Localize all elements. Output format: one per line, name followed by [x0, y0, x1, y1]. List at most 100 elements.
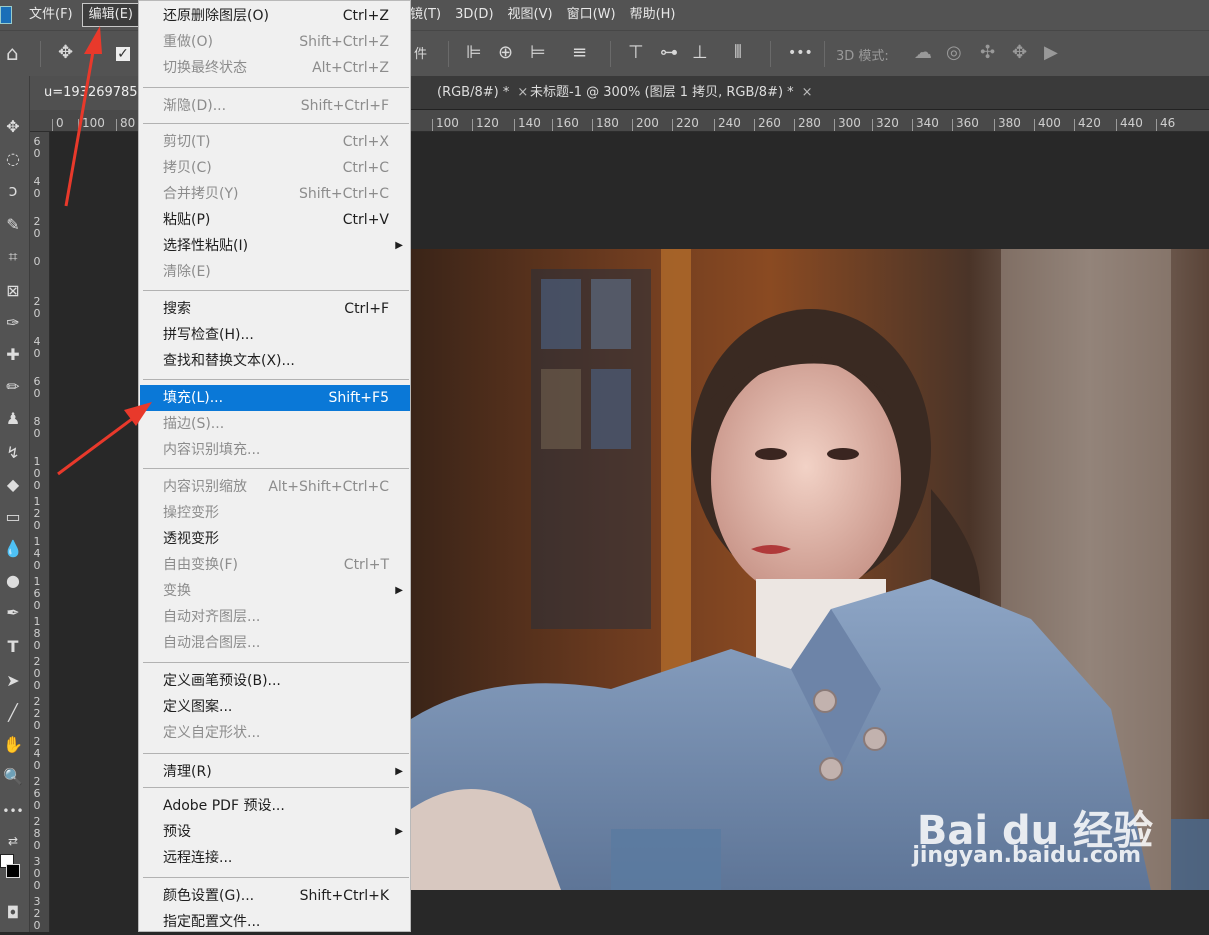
ruler-tick-label: 280: [798, 116, 821, 130]
menu-item-label: 定义图案...: [163, 699, 233, 715]
ruler-tick: [714, 119, 715, 131]
menu-item: 切换最终状态 Alt+Ctrl+Z: [140, 55, 410, 81]
menu-item: 渐隐(D)... Shift+Ctrl+F: [140, 93, 410, 119]
align-top-icon[interactable]: ⊤: [628, 43, 644, 63]
distribute-icon[interactable]: ≡: [572, 43, 587, 63]
gradient-icon[interactable]: ▭: [2, 506, 24, 528]
menu-item[interactable]: 拼写检查(H)...: [140, 322, 410, 348]
menu-item[interactable]: 颜色设置(G)... Shift+Ctrl+K: [140, 883, 410, 909]
distribute-vertical-icon[interactable]: ⦀: [734, 43, 742, 63]
ruler-tick: [116, 119, 117, 131]
3d-slide-icon[interactable]: ✥: [1012, 43, 1027, 63]
menu-item-label: 自动混合图层...: [163, 635, 261, 651]
menu-item[interactable]: 填充(L)... Shift+F5: [140, 385, 410, 411]
menu-item[interactable]: 透视变形: [140, 526, 410, 552]
eyedropper-icon[interactable]: ✑: [2, 312, 24, 334]
menu-item[interactable]: 粘贴(P) Ctrl+V: [140, 207, 410, 233]
auto-select-checkbox[interactable]: ✓: [116, 47, 130, 61]
blur-tool-icon[interactable]: 💧: [2, 538, 24, 560]
submenu-arrow-icon: ▶: [395, 766, 403, 777]
type-tool-icon[interactable]: T: [2, 636, 24, 658]
menu-item[interactable]: Adobe PDF 预设...: [140, 793, 410, 819]
dodge-tool-icon[interactable]: ●: [2, 570, 24, 592]
lasso-tool-icon[interactable]: ↄ: [2, 180, 24, 202]
ruler-tick: [52, 119, 53, 131]
3d-camera-icon[interactable]: ▶: [1044, 43, 1058, 63]
move-tool-icon[interactable]: ✥: [2, 116, 24, 138]
menu-item-shortcut: Ctrl+C: [342, 160, 389, 176]
menu-item: 自动混合图层...: [140, 630, 410, 656]
baidu-watermark-url: jingyan.baidu.com: [912, 843, 1141, 868]
align-middle-icon[interactable]: ⊶: [660, 43, 678, 63]
menu-item[interactable]: 定义图案...: [140, 694, 410, 720]
menu-edit[interactable]: 编辑(E): [81, 3, 140, 27]
more-tools-icon[interactable]: •••: [2, 800, 24, 822]
divider: [770, 41, 771, 67]
menu-item[interactable]: 定义画笔预设(B)...: [140, 668, 410, 694]
menu-file[interactable]: 文件(F): [22, 0, 80, 30]
tab-document-1[interactable]: u=1932697858: [30, 76, 140, 110]
zoom-tool-icon[interactable]: 🔍: [2, 766, 24, 788]
menu-item-shortcut: Ctrl+F: [344, 301, 389, 317]
frame-tool-icon[interactable]: ⊠: [2, 280, 24, 302]
ruler-tick-label: 4 0: [33, 175, 41, 200]
background-color-swatch[interactable]: [6, 864, 20, 878]
ruler-tick-label: 80: [120, 116, 136, 130]
move-tool-icon[interactable]: ✥: [58, 43, 73, 63]
3d-pan-icon[interactable]: ✣: [980, 43, 995, 63]
close-icon[interactable]: ×: [802, 85, 813, 100]
swap-colors-icon[interactable]: ⇄: [2, 830, 24, 852]
menu-item[interactable]: 清理(R) ▶: [140, 759, 410, 785]
ruler-tick: [1116, 119, 1117, 131]
align-left-icon[interactable]: ⊫: [466, 43, 482, 63]
photoshop-logo-icon: [0, 6, 12, 24]
line-tool-icon[interactable]: ╱: [2, 702, 24, 724]
quick-mask-icon[interactable]: ◘: [2, 902, 24, 924]
menu-item[interactable]: 远程连接...: [140, 845, 410, 871]
eraser-icon[interactable]: ◆: [2, 474, 24, 496]
menu-item-label: 自动对齐图层...: [163, 609, 261, 625]
align-bottom-icon[interactable]: ⊥: [692, 43, 708, 63]
document-photo[interactable]: Bai du 经验 jingyan.baidu.com: [411, 249, 1209, 890]
healing-brush-icon[interactable]: ✚: [2, 344, 24, 366]
menu-item[interactable]: 预设 ▶: [140, 819, 410, 845]
menu-item[interactable]: 查找和替换文本(X)...: [140, 348, 410, 374]
menu-window[interactable]: 窗口(W): [560, 0, 623, 30]
menu-item-shortcut: Ctrl+X: [342, 134, 389, 150]
brush-tool-icon[interactable]: ✏: [2, 376, 24, 398]
tab-document-3[interactable]: 未标题-1 @ 300% (图层 1 拷贝, RGB/8#) * ×: [516, 76, 836, 110]
align-right-icon[interactable]: ⊨: [530, 43, 546, 63]
ruler-tick-label: 2 2 0: [33, 695, 41, 732]
3d-orbit-icon[interactable]: ☁: [914, 43, 932, 63]
path-select-icon[interactable]: ➤: [2, 670, 24, 692]
menu-item: 变换 ▶: [140, 578, 410, 604]
divider: [40, 41, 41, 67]
ruler-tick: [1074, 119, 1075, 131]
pen-tool-icon[interactable]: ✒: [2, 602, 24, 624]
hand-tool-icon[interactable]: ✋: [2, 734, 24, 756]
stamp-tool-icon[interactable]: ♟: [2, 408, 24, 430]
menu-item[interactable]: 选择性粘贴(I) ▶: [140, 233, 410, 259]
menu-item[interactable]: 还原删除图层(O) Ctrl+Z: [140, 3, 410, 29]
ruler-tick: [552, 119, 553, 131]
menu-help[interactable]: 帮助(H): [623, 0, 683, 30]
more-options-icon[interactable]: •••: [788, 43, 813, 63]
menu-view[interactable]: 视图(V): [501, 0, 560, 30]
home-icon[interactable]: ⌂: [6, 43, 19, 63]
3d-roll-icon[interactable]: ◎: [946, 43, 962, 63]
menu-item-label: 粘贴(P): [163, 212, 211, 228]
marquee-tool-icon[interactable]: ◌: [2, 148, 24, 170]
show-transform-label: 件: [414, 47, 428, 62]
quick-select-icon[interactable]: ✎: [2, 214, 24, 236]
menu-item-label: 预设: [163, 824, 191, 840]
menu-item[interactable]: 指定配置文件...: [140, 909, 410, 935]
menu-item-label: 填充(L)...: [163, 390, 224, 406]
menu-item[interactable]: 搜索 Ctrl+F: [140, 296, 410, 322]
crop-tool-icon[interactable]: ⌗: [2, 246, 24, 268]
ruler-tick: [952, 119, 953, 131]
menu-filter[interactable]: 镜(T): [408, 0, 448, 30]
history-brush-icon[interactable]: ↯: [2, 442, 24, 464]
align-center-icon[interactable]: ⊕: [498, 43, 513, 63]
menu-item-shortcut: Shift+F5: [328, 390, 389, 406]
menu-3d[interactable]: 3D(D): [448, 0, 500, 30]
